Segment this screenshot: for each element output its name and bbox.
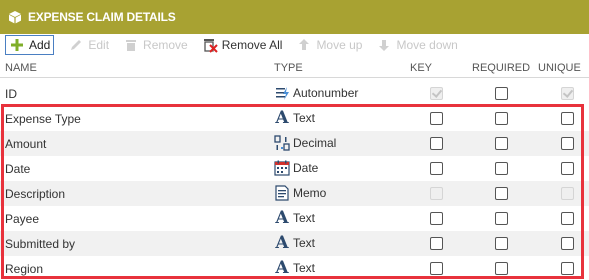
key-checkbox[interactable] [430,162,443,175]
table-row[interactable]: Expense Type A Text [0,106,589,131]
key-checkbox[interactable] [430,87,443,100]
field-type-label: Date [293,161,319,175]
key-checkbox[interactable] [430,237,443,250]
column-header-required: REQUIRED [472,62,531,74]
required-checkbox[interactable] [495,237,508,250]
move-up-button[interactable]: Move up [296,35,362,55]
panel-title: EXPENSE CLAIM DETAILS [28,10,176,24]
text-icon: A [275,258,289,278]
table-row[interactable]: Description Memo [0,181,589,206]
toolbar: Add Edit Remove Remove All Move up Move … [0,34,589,56]
cube-icon [8,10,22,24]
key-checkbox[interactable] [430,112,443,125]
remove-all-button[interactable]: Remove All [202,35,283,55]
field-type: A Text [274,209,315,227]
field-name: Payee [5,212,40,226]
column-header-name: NAME [5,62,37,74]
field-type-label: Text [293,236,316,250]
memo-icon [274,184,290,202]
remove-button-label: Remove [143,38,188,52]
remove-button[interactable]: Remove [123,35,188,55]
field-type-label: Text [293,261,316,275]
plus-icon [9,37,25,53]
required-checkbox[interactable] [495,112,508,125]
unique-checkbox[interactable] [561,262,574,275]
move-down-icon [376,37,392,53]
text-icon: A [275,108,289,128]
text-icon: A [275,208,289,228]
move-up-icon [296,37,312,53]
field-type-label: Text [293,211,316,225]
key-checkbox[interactable] [430,137,443,150]
table-row[interactable]: Region A Text [0,256,589,278]
unique-checkbox[interactable] [561,187,574,200]
field-name: Description [5,187,66,201]
table-row[interactable]: Amount Decimal [0,131,589,156]
field-type-label: Text [293,111,316,125]
table-row[interactable]: ID Autonumber [0,81,589,106]
move-down-button[interactable]: Move down [376,35,458,55]
required-checkbox[interactable] [495,162,508,175]
field-name: Amount [5,137,47,151]
key-checkbox[interactable] [430,187,443,200]
text-icon: A [275,233,289,253]
key-checkbox[interactable] [430,262,443,275]
add-button-label: Add [29,38,51,52]
pencil-icon [68,37,84,53]
edit-button[interactable]: Edit [68,35,109,55]
field-type-label: Decimal [293,136,337,150]
field-name: Region [5,262,44,276]
field-type: Date [274,159,318,177]
trash-icon [123,37,139,53]
move-down-button-label: Move down [396,38,458,52]
required-checkbox[interactable] [495,262,508,275]
table-row[interactable]: Date Date [0,156,589,181]
edit-button-label: Edit [88,38,110,52]
required-checkbox[interactable] [495,137,508,150]
field-name: ID [5,87,17,101]
unique-checkbox[interactable] [561,112,574,125]
table-row[interactable]: Submitted by A Text [0,231,589,256]
field-type: Memo [274,184,326,202]
unique-checkbox[interactable] [561,237,574,250]
table-row[interactable]: Payee A Text [0,206,589,231]
column-header-key: KEY [410,62,433,74]
required-checkbox[interactable] [495,187,508,200]
required-checkbox[interactable] [495,212,508,225]
unique-checkbox[interactable] [561,137,574,150]
panel-header: EXPENSE CLAIM DETAILS [0,0,589,34]
field-type: Decimal [274,134,336,152]
key-checkbox[interactable] [430,212,443,225]
remove-all-button-label: Remove All [221,38,283,52]
add-button[interactable]: Add [5,35,55,55]
field-name: Date [5,162,31,176]
field-type: A Text [274,259,315,277]
trash-x-icon [202,37,218,53]
move-up-button-label: Move up [316,38,363,52]
field-type-label: Memo [293,186,327,200]
field-type: A Text [274,109,315,127]
field-type: Autonumber [274,84,358,102]
unique-checkbox[interactable] [561,162,574,175]
required-checkbox[interactable] [495,87,508,100]
field-name: Expense Type [5,112,81,126]
column-header-unique: UNIQUE [538,62,581,74]
calendar-icon [274,159,290,177]
decimal-icon [274,134,290,152]
column-header-type: TYPE [274,62,303,74]
field-name: Submitted by [5,237,76,251]
unique-checkbox[interactable] [561,87,574,100]
field-type: A Text [274,234,315,252]
unique-checkbox[interactable] [561,212,574,225]
column-header-row: NAME TYPE KEY REQUIRED UNIQUE [0,58,589,78]
autonumber-icon [274,84,290,102]
field-type-label: Autonumber [293,86,359,100]
